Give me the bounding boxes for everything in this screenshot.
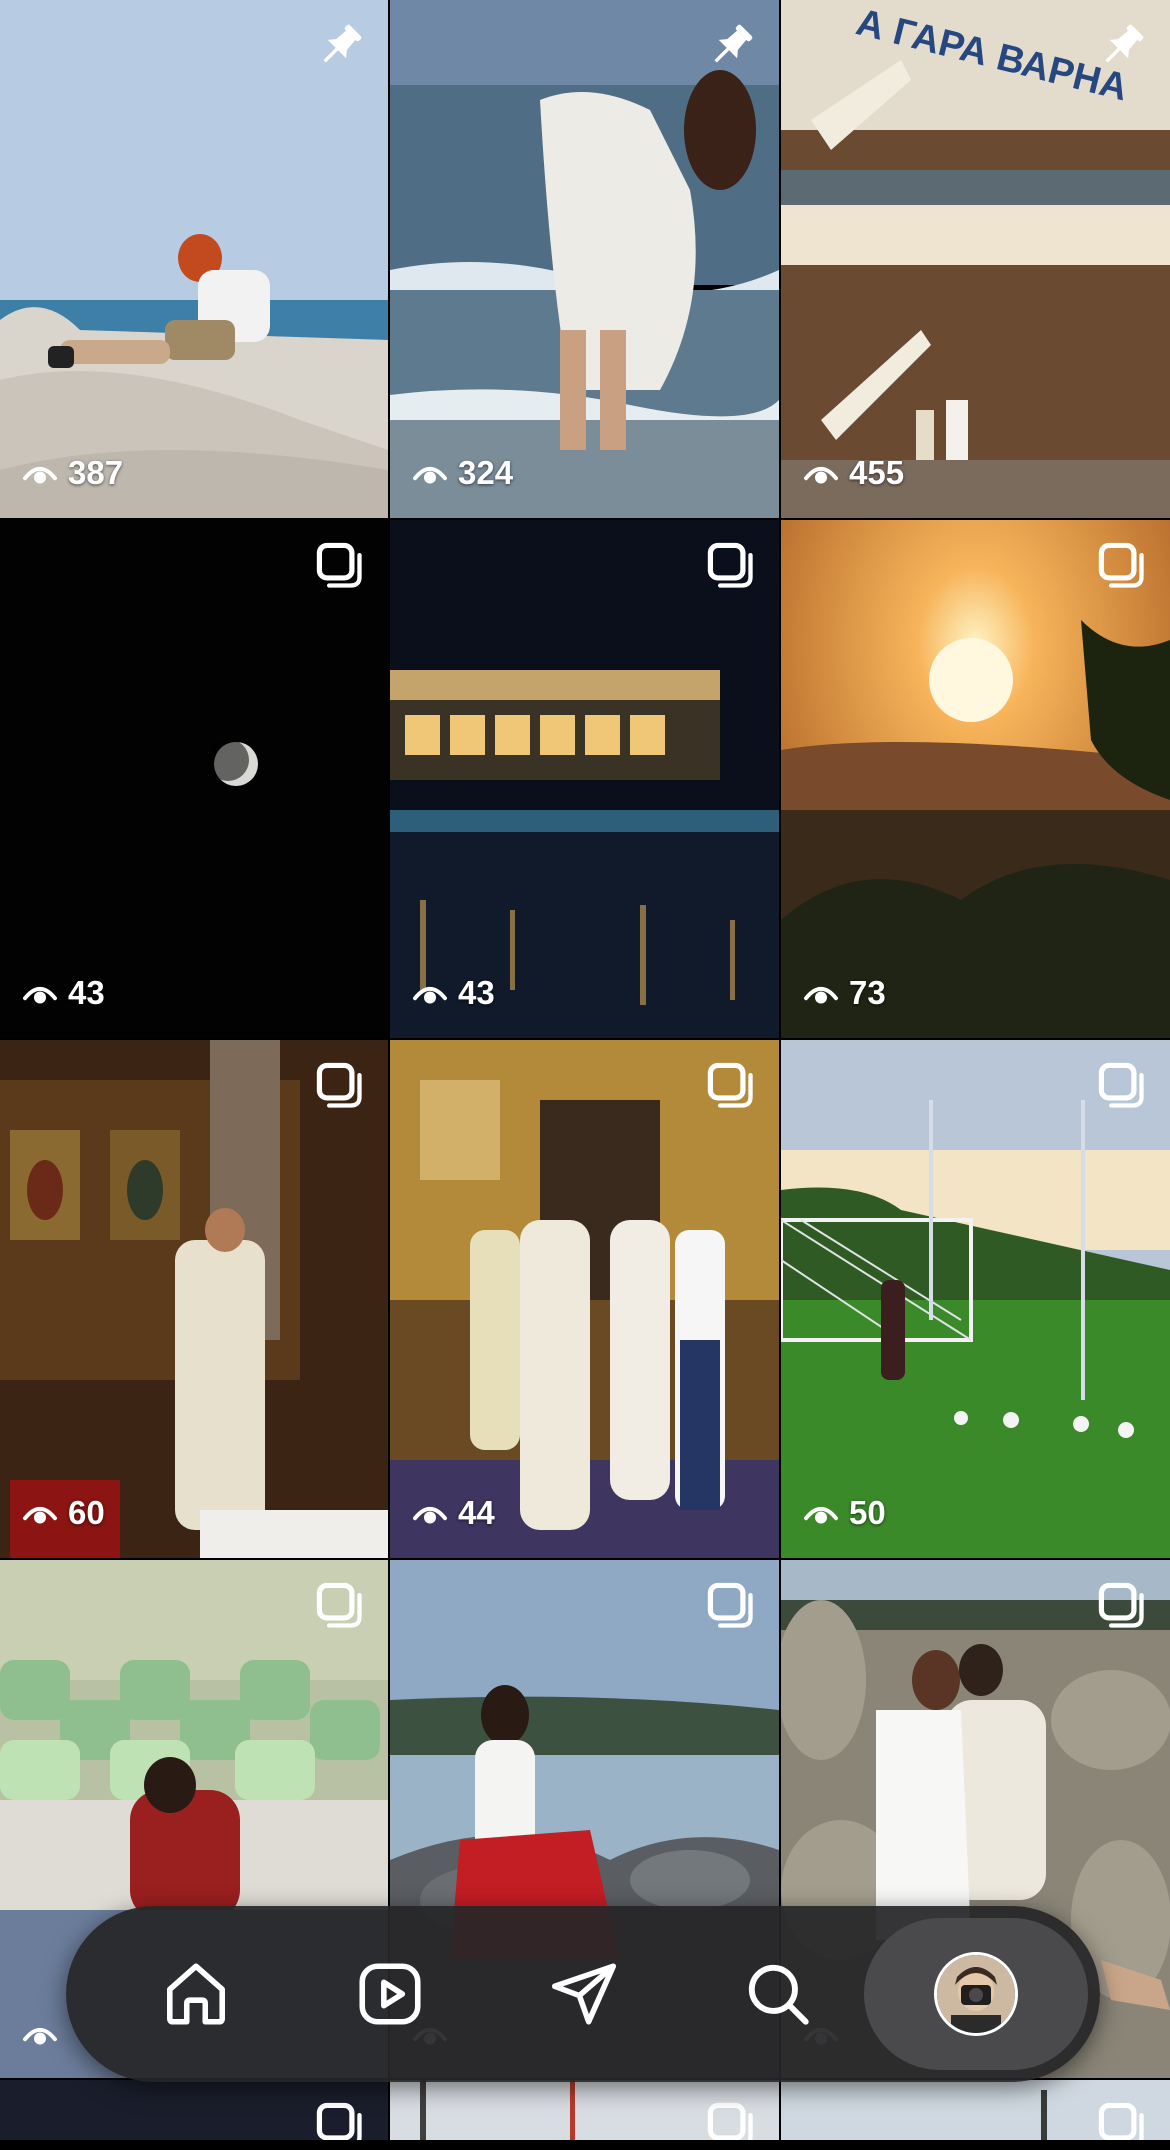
view-count-value: 324 [458, 454, 514, 491]
eye-icon [22, 455, 58, 491]
post-image [390, 520, 779, 1038]
view-count-value: 50 [849, 1494, 886, 1531]
pin-icon [314, 20, 366, 72]
view-count: 387 [22, 454, 123, 492]
grid-post-partial-1[interactable] [0, 2080, 388, 2140]
carousel-icon [314, 540, 366, 592]
home-icon [167, 1963, 225, 2025]
grid-post-football-field[interactable]: 50 [781, 1040, 1170, 1558]
eye-icon [412, 1495, 448, 1531]
view-count: 324 [412, 454, 513, 492]
search-icon [748, 1964, 809, 2025]
view-count-value: 455 [849, 454, 905, 491]
eye-icon [22, 1495, 58, 1531]
view-count-value: 387 [68, 454, 124, 491]
view-count: 44 [412, 1494, 495, 1532]
profile-avatar [934, 1952, 1018, 2036]
carousel-icon [1096, 540, 1148, 592]
carousel-icon [705, 1580, 757, 1632]
grid-post-moon-night[interactable]: 43 [0, 520, 388, 1038]
post-image [781, 520, 1170, 1038]
eye-icon [412, 455, 448, 491]
carousel-icon [314, 1580, 366, 1632]
pin-icon [1096, 20, 1148, 72]
nav-messages-button[interactable] [540, 1950, 628, 2038]
view-count: 73 [803, 974, 886, 1012]
nav-profile-button[interactable] [864, 1918, 1088, 2070]
post-image [781, 1040, 1170, 1558]
view-count-value: 60 [68, 1494, 105, 1531]
carousel-icon [314, 1060, 366, 1112]
view-count-value: 44 [458, 1494, 495, 1531]
post-image [390, 0, 779, 518]
post-image [0, 0, 388, 518]
grid-post-partial-2[interactable] [390, 2080, 779, 2140]
view-count-value: 43 [458, 974, 495, 1011]
eye-icon [22, 2016, 58, 2052]
carousel-icon [1096, 1060, 1148, 1112]
grid-post-partial-3[interactable] [781, 2080, 1170, 2140]
carousel-icon [705, 1060, 757, 1112]
media-grid: 387 324 А ГАРА ВАРНА 455 43 43 73 60 44 … [0, 0, 1170, 2140]
eye-icon [412, 975, 448, 1011]
carousel-icon [705, 2100, 757, 2140]
eye-icon [803, 455, 839, 491]
grid-post-boy-on-breakwater[interactable]: 387 [0, 0, 388, 518]
nav-reels-button[interactable] [346, 1950, 434, 2038]
view-count: 50 [803, 1494, 886, 1532]
post-image [390, 1040, 779, 1558]
carousel-icon [705, 540, 757, 592]
carousel-icon [314, 2100, 366, 2140]
eye-icon [22, 975, 58, 1011]
carousel-icon [1096, 2100, 1148, 2140]
view-count: 43 [412, 974, 495, 1012]
eye-icon [803, 1495, 839, 1531]
nav-home-button[interactable] [152, 1950, 240, 2038]
eye-icon [803, 975, 839, 1011]
view-count: 455 [803, 454, 904, 492]
view-count-value: 43 [68, 974, 105, 1011]
view-count: 60 [22, 1494, 105, 1532]
grid-post-sunset-hills[interactable]: 73 [781, 520, 1170, 1038]
view-count [22, 2016, 68, 2052]
grid-post-harbor-night[interactable]: 43 [390, 520, 779, 1038]
grid-post-couple-kiss-sea[interactable]: 324 [390, 0, 779, 518]
avatar-image [937, 1955, 1015, 2033]
pin-icon [705, 20, 757, 72]
nav-search-button[interactable] [734, 1950, 822, 2038]
view-count: 43 [22, 974, 105, 1012]
grid-post-church-priest[interactable]: 60 [0, 1040, 388, 1558]
reels-icon [359, 1963, 421, 2025]
grid-post-varna-station[interactable]: А ГАРА ВАРНА 455 [781, 0, 1170, 518]
post-image: А ГАРА ВАРНА [781, 0, 1170, 518]
post-image [0, 1040, 388, 1558]
grid-post-church-wedding[interactable]: 44 [390, 1040, 779, 1558]
carousel-icon [1096, 1580, 1148, 1632]
post-image [0, 520, 388, 1038]
messages-icon [551, 1963, 617, 2025]
bottom-navigation-bar [66, 1906, 1100, 2082]
view-count-value: 73 [849, 974, 886, 1011]
